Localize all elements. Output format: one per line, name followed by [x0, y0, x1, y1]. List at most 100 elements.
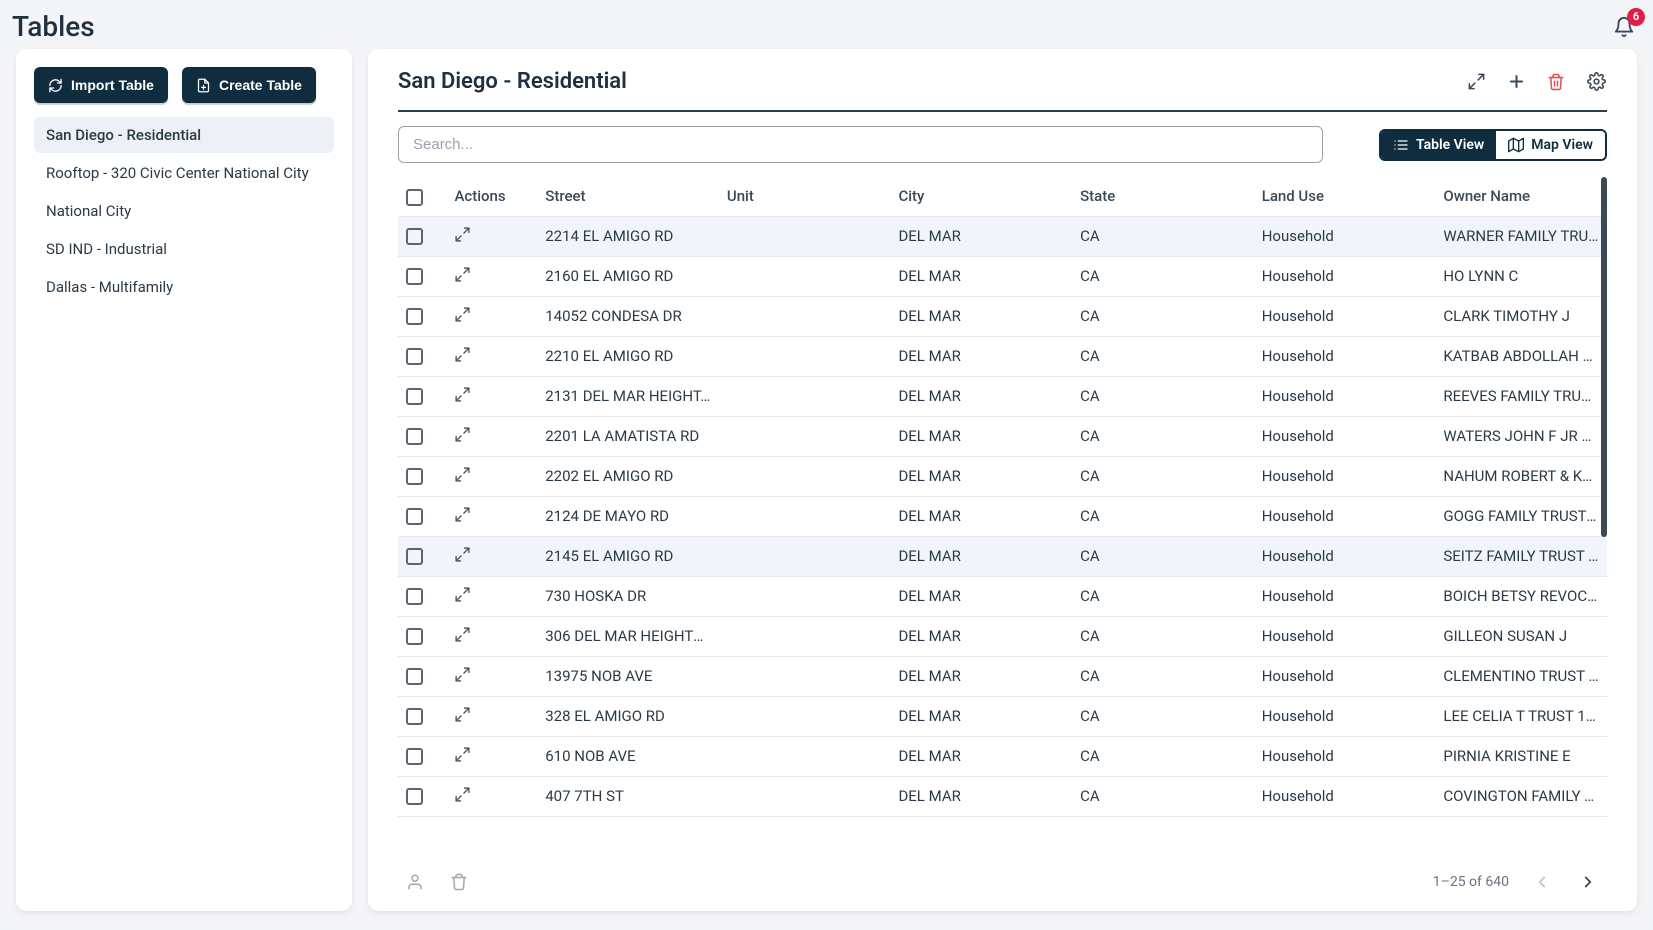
col-actions[interactable]: Actions	[446, 177, 537, 216]
col-street[interactable]: Street	[537, 177, 719, 216]
row-expand-icon[interactable]	[454, 506, 471, 523]
cell-city: DEL MAR	[890, 416, 1072, 456]
table-row[interactable]: 2214 EL AMIGO RDDEL MARCAHouseholdWARNER…	[398, 216, 1607, 256]
row-expand-icon[interactable]	[454, 226, 471, 243]
sidebar-item[interactable]: San Diego - Residential	[34, 117, 334, 153]
row-expand-icon[interactable]	[454, 626, 471, 643]
col-city[interactable]: City	[890, 177, 1072, 216]
row-checkbox[interactable]	[406, 588, 423, 605]
row-checkbox[interactable]	[406, 548, 423, 565]
row-expand-icon[interactable]	[454, 426, 471, 443]
row-expand-icon[interactable]	[454, 306, 471, 323]
row-expand-icon[interactable]	[454, 666, 471, 683]
row-checkbox[interactable]	[406, 788, 423, 805]
row-expand-icon[interactable]	[454, 786, 471, 803]
row-expand-icon[interactable]	[454, 586, 471, 603]
cell-land-use: Household	[1254, 616, 1436, 656]
col-land-use[interactable]: Land Use	[1254, 177, 1436, 216]
table-row[interactable]: 14052 CONDESA DRDEL MARCAHouseholdCLARK …	[398, 296, 1607, 336]
cell-unit	[719, 296, 891, 336]
cell-city: DEL MAR	[890, 616, 1072, 656]
expand-icon[interactable]	[1465, 71, 1487, 93]
row-checkbox[interactable]	[406, 308, 423, 325]
cell-state: CA	[1072, 416, 1254, 456]
pagination-next[interactable]	[1575, 869, 1601, 895]
table-row[interactable]: 2145 EL AMIGO RDDEL MARCAHouseholdSEITZ …	[398, 536, 1607, 576]
table-row[interactable]: 2202 EL AMIGO RDDEL MARCAHouseholdNAHUM …	[398, 456, 1607, 496]
row-expand-icon[interactable]	[454, 546, 471, 563]
cell-land-use: Household	[1254, 576, 1436, 616]
table-row[interactable]: 610 NOB AVEDEL MARCAHouseholdPIRNIA KRIS…	[398, 736, 1607, 776]
table-row[interactable]: 328 EL AMIGO RDDEL MARCAHouseholdLEE CEL…	[398, 696, 1607, 736]
page-title: Tables	[12, 10, 95, 43]
cell-street: 2214 EL AMIGO RD	[537, 216, 719, 256]
scrollbar[interactable]	[1601, 177, 1607, 537]
search-input[interactable]	[398, 126, 1323, 163]
user-assign-icon[interactable]	[404, 871, 426, 893]
delete-rows-icon[interactable]	[448, 871, 470, 893]
table-row[interactable]: 2201 LA AMATISTA RDDEL MARCAHouseholdWAT…	[398, 416, 1607, 456]
table-row[interactable]: 13975 NOB AVEDEL MARCAHouseholdCLEMENTIN…	[398, 656, 1607, 696]
row-checkbox[interactable]	[406, 388, 423, 405]
cell-unit	[719, 776, 891, 816]
sidebar-item[interactable]: SD IND - Industrial	[34, 231, 334, 267]
pagination-prev[interactable]	[1529, 869, 1555, 895]
table-row[interactable]: 2160 EL AMIGO RDDEL MARCAHouseholdHO LYN…	[398, 256, 1607, 296]
import-table-button[interactable]: Import Table	[34, 67, 168, 103]
cell-street: 306 DEL MAR HEIGHTS...	[537, 616, 719, 656]
row-checkbox[interactable]	[406, 668, 423, 685]
row-checkbox[interactable]	[406, 228, 423, 245]
cell-owner: CLARK TIMOTHY J	[1435, 296, 1607, 336]
gear-icon[interactable]	[1585, 71, 1607, 93]
table-row[interactable]: 2210 EL AMIGO RDDEL MARCAHouseholdKATBAB…	[398, 336, 1607, 376]
cell-city: DEL MAR	[890, 376, 1072, 416]
cell-unit	[719, 256, 891, 296]
sidebar-item[interactable]: Rooftop - 320 Civic Center National City	[34, 155, 334, 191]
select-all-checkbox[interactable]	[406, 189, 423, 206]
table-row[interactable]: 2124 DE MAYO RDDEL MARCAHouseholdGOGG FA…	[398, 496, 1607, 536]
map-view-button[interactable]: Map View	[1496, 131, 1605, 159]
table-row[interactable]: 2131 DEL MAR HEIGHT...DEL MARCAHousehold…	[398, 376, 1607, 416]
table-header-row: Actions Street Unit City State Land Use …	[398, 177, 1607, 216]
row-expand-icon[interactable]	[454, 266, 471, 283]
trash-icon[interactable]	[1545, 71, 1567, 93]
table-row[interactable]: 407 7TH STDEL MARCAHouseholdCOVINGTON FA…	[398, 776, 1607, 816]
cell-owner: NAHUM ROBERT & KA...	[1435, 456, 1607, 496]
row-checkbox[interactable]	[406, 508, 423, 525]
cell-city: DEL MAR	[890, 256, 1072, 296]
col-unit[interactable]: Unit	[719, 177, 891, 216]
add-icon[interactable]	[1505, 71, 1527, 93]
cell-unit	[719, 416, 891, 456]
cell-street: 2160 EL AMIGO RD	[537, 256, 719, 296]
row-expand-icon[interactable]	[454, 466, 471, 483]
sidebar-item[interactable]: Dallas - Multifamily	[34, 269, 334, 305]
row-checkbox[interactable]	[406, 708, 423, 725]
sidebar-item[interactable]: National City	[34, 193, 334, 229]
row-checkbox[interactable]	[406, 748, 423, 765]
table-row[interactable]: 730 HOSKA DRDEL MARCAHouseholdBOICH BETS…	[398, 576, 1607, 616]
cell-unit	[719, 496, 891, 536]
row-expand-icon[interactable]	[454, 746, 471, 763]
table-row[interactable]: 306 DEL MAR HEIGHTS...DEL MARCAHousehold…	[398, 616, 1607, 656]
row-checkbox[interactable]	[406, 348, 423, 365]
row-expand-icon[interactable]	[454, 346, 471, 363]
notifications-button[interactable]: 6	[1613, 16, 1635, 38]
row-checkbox[interactable]	[406, 468, 423, 485]
map-icon	[1508, 137, 1524, 153]
cell-city: DEL MAR	[890, 536, 1072, 576]
col-state[interactable]: State	[1072, 177, 1254, 216]
cell-city: DEL MAR	[890, 576, 1072, 616]
row-expand-icon[interactable]	[454, 706, 471, 723]
col-owner[interactable]: Owner Name	[1435, 177, 1607, 216]
row-checkbox[interactable]	[406, 628, 423, 645]
create-table-button[interactable]: Create Table	[182, 67, 316, 103]
cell-city: DEL MAR	[890, 656, 1072, 696]
row-expand-icon[interactable]	[454, 386, 471, 403]
row-checkbox[interactable]	[406, 428, 423, 445]
row-checkbox[interactable]	[406, 268, 423, 285]
cell-unit	[719, 536, 891, 576]
cell-city: DEL MAR	[890, 216, 1072, 256]
table-view-button[interactable]: Table View	[1381, 131, 1496, 159]
table-title: San Diego - Residential	[398, 69, 627, 94]
cell-land-use: Household	[1254, 656, 1436, 696]
